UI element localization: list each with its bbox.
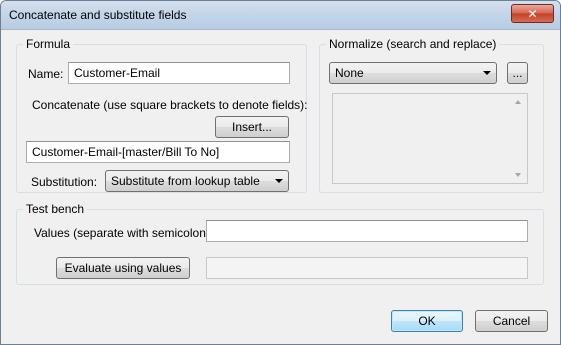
normalize-legend: Normalize (search and replace) (326, 37, 500, 51)
dialog-content: Formula Name: Customer-Email Concatenate… (6, 30, 555, 340)
concatenate-field[interactable]: Customer-Email-[master/Bill To No] (26, 141, 290, 163)
chevron-down-icon (275, 179, 283, 183)
chevron-down-icon (483, 71, 491, 75)
close-icon: ✕ (527, 6, 538, 21)
evaluate-button[interactable]: Evaluate using values (56, 257, 190, 279)
name-field[interactable]: Customer-Email (68, 62, 290, 84)
vertical-scrollbar[interactable] (510, 94, 527, 183)
values-label: Values (separate with semicolon): (34, 226, 214, 240)
normalize-group: Normalize (search and replace) None ... (319, 37, 544, 193)
title-bar[interactable]: Concatenate and substitute fields ✕ (1, 1, 560, 30)
substitution-value: Substitute from lookup table (111, 174, 260, 188)
scroll-down-icon[interactable] (515, 173, 521, 177)
values-field[interactable] (206, 220, 528, 242)
normalize-list[interactable] (332, 93, 528, 184)
ok-button[interactable]: OK (391, 310, 463, 332)
normalize-browse-button[interactable]: ... (507, 62, 528, 84)
name-label: Name: (28, 67, 64, 81)
cancel-button[interactable]: Cancel (475, 310, 548, 332)
formula-group: Formula Name: Customer-Email Concatenate… (16, 37, 308, 193)
normalize-select[interactable]: None (329, 62, 497, 84)
scroll-up-icon[interactable] (515, 100, 521, 104)
window-title: Concatenate and substitute fields (9, 8, 187, 22)
evaluate-result-field (206, 257, 528, 279)
concatenate-label: Concatenate (use square brackets to deno… (32, 98, 308, 112)
dialog-window: Concatenate and substitute fields ✕ Form… (0, 0, 561, 345)
substitution-select[interactable]: Substitute from lookup table (105, 170, 289, 192)
testbench-legend: Test bench (23, 202, 88, 216)
testbench-group: Test bench Values (separate with semicol… (16, 202, 544, 285)
insert-button[interactable]: Insert... (215, 116, 289, 138)
substitution-label: Substitution: (31, 175, 98, 189)
normalize-select-value: None (335, 66, 364, 80)
close-button[interactable]: ✕ (511, 4, 554, 23)
formula-legend: Formula (23, 37, 74, 51)
